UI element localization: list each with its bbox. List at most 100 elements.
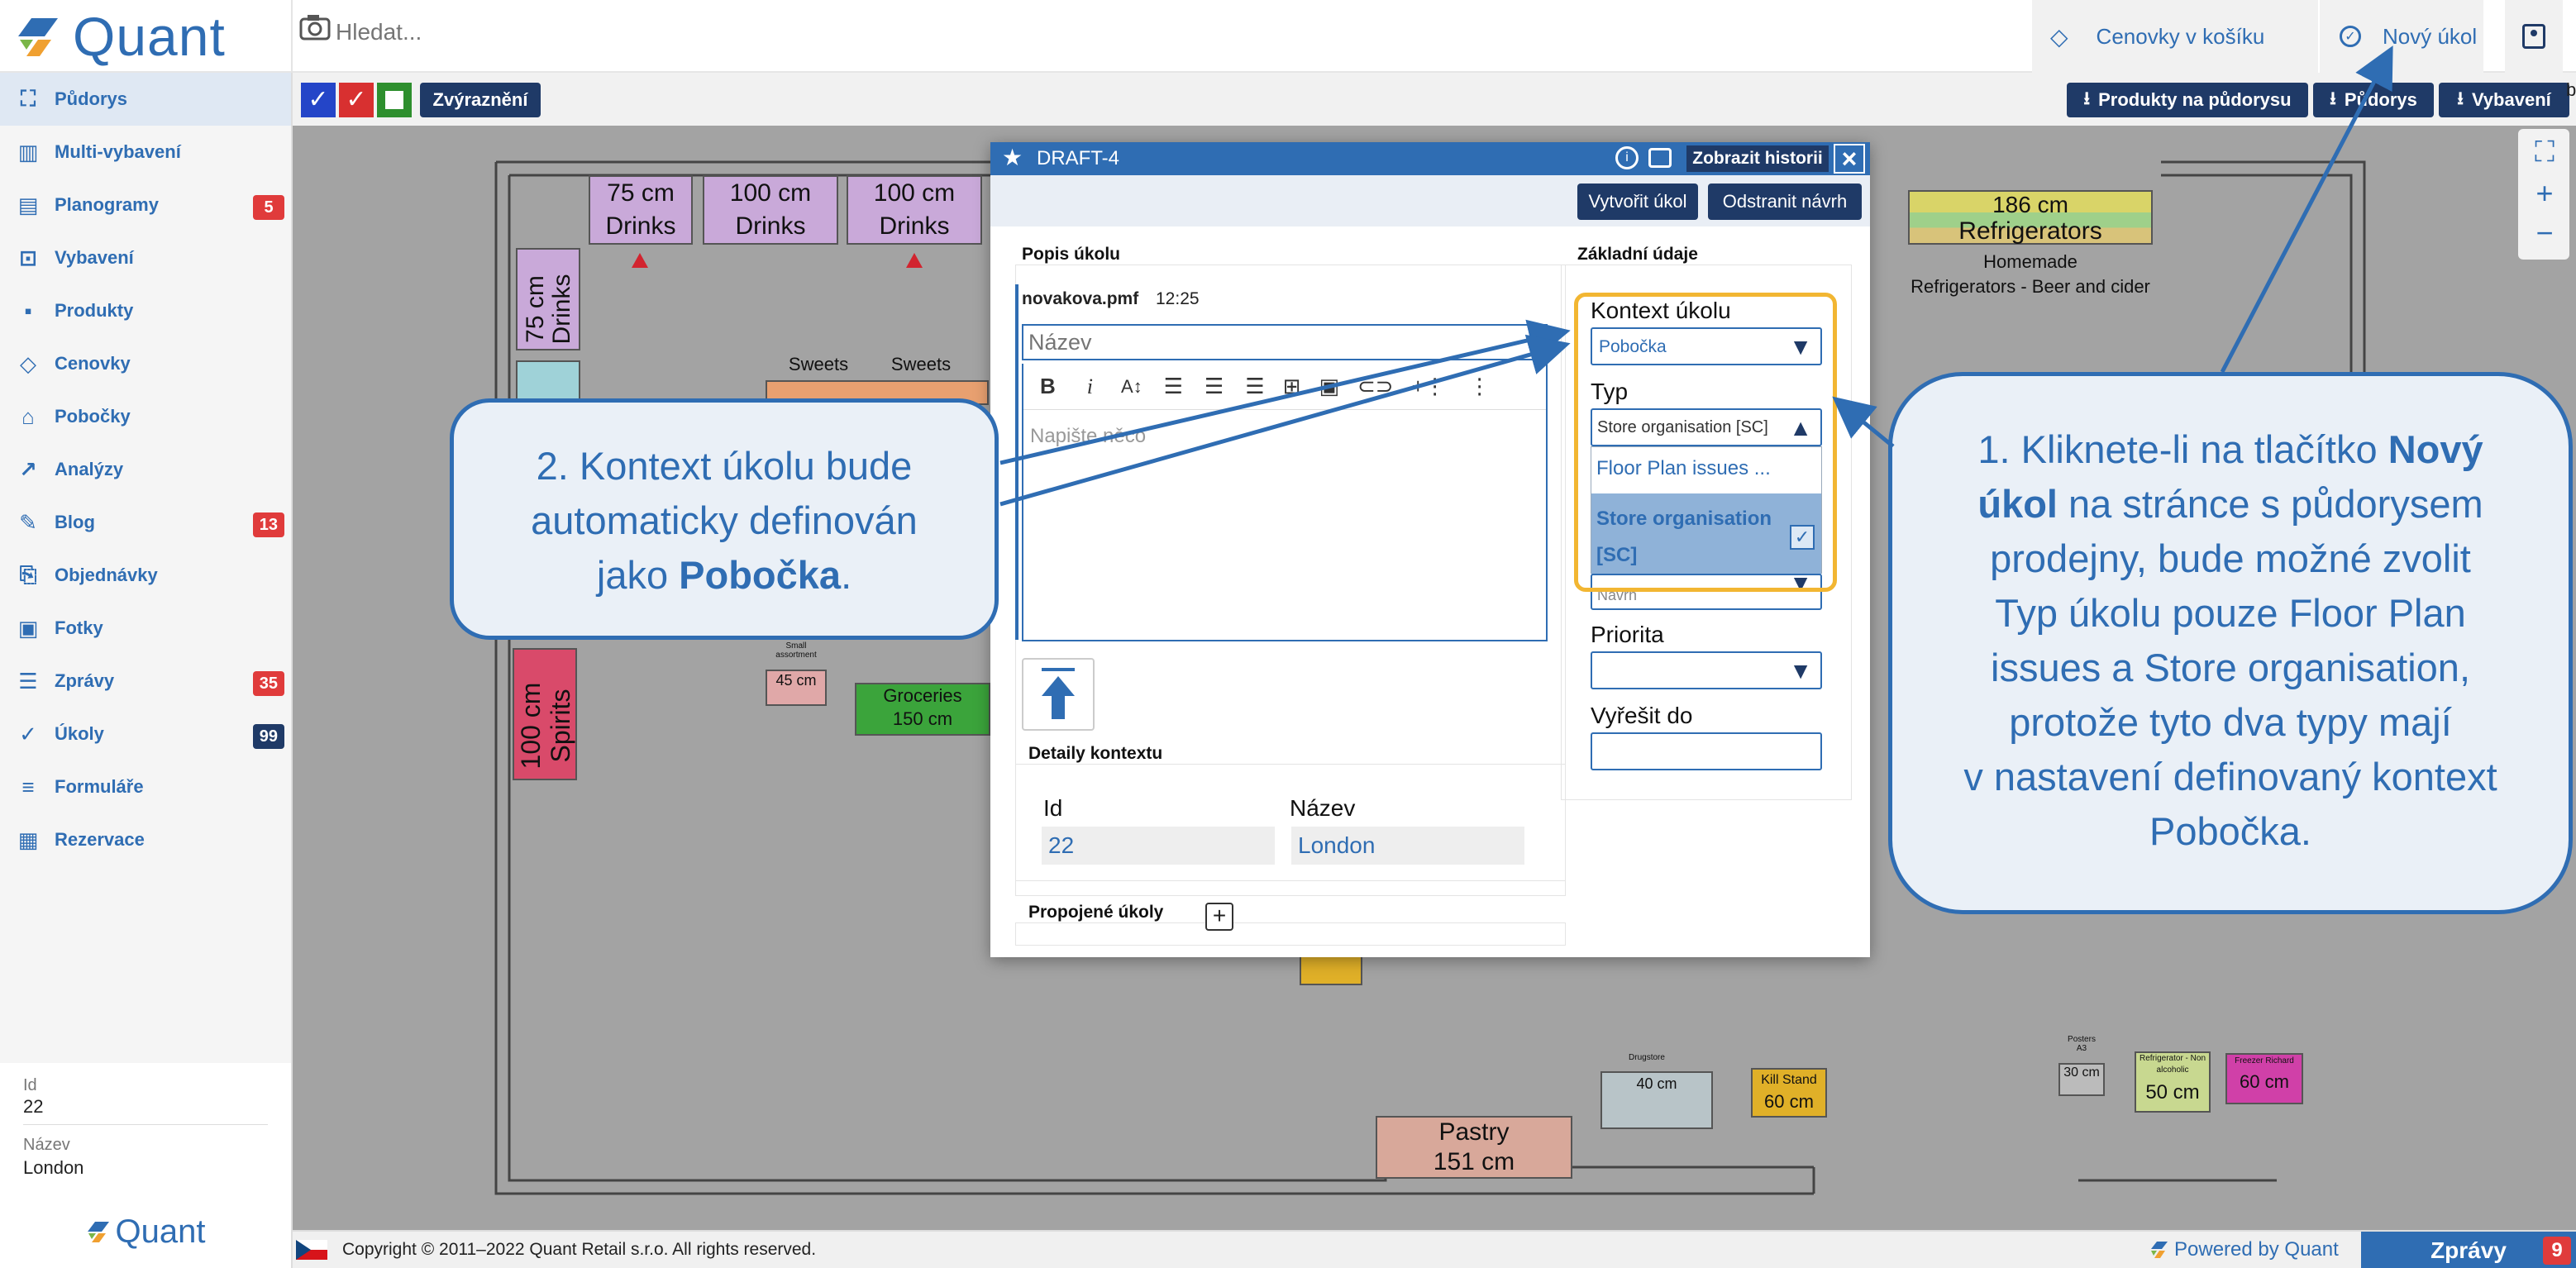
add-linked-task-button[interactable]: + [1205,903,1233,931]
star-icon[interactable]: ★ [1002,144,1023,171]
forms-icon: ≡ [21,774,35,799]
fixture-drinks-75-vertical[interactable]: 75 cm Drinks [516,248,580,350]
search-input[interactable] [336,15,1080,50]
price-tags-cart-button[interactable]: ◇ Cenovky v košíku [2032,0,2321,73]
fixture-drugstore[interactable]: 40 cm [1600,1071,1713,1129]
sidebar-item-messages[interactable]: ☰ Zprávy 35 [0,655,291,708]
sidebar-item-label: Rezervace [55,829,145,850]
fixture-small-assortment[interactable]: 45 cm [766,670,827,706]
sidebar-item-multi-equipment[interactable]: ▥ Multi-vybavení [0,126,291,179]
fixture-pastry[interactable]: Pastry 151 cm [1376,1116,1572,1179]
task-name-input[interactable] [1022,324,1548,360]
label-refrigerators-beer: Refrigerators - Beer and cider [1911,276,2150,297]
price-tag-icon: ◇ [20,350,36,376]
zoom-in-icon[interactable]: + [2528,177,2561,210]
callout-context-note: 2. Kontext úkolu bude automaticky defino… [450,398,999,640]
multi-equipment-icon: ▥ [17,139,39,164]
fixture-kill-stand[interactable]: Kill Stand 60 cm [1751,1068,1827,1118]
products-on-floorplan-button[interactable]: ⭳ Produkty na půdorysu [2067,83,2308,117]
font-size-icon[interactable]: A↕ [1121,376,1143,398]
info-icon[interactable]: i [1615,146,1639,169]
toggle-green-checkbox[interactable] [377,83,412,117]
sidebar-item-forms[interactable]: ≡ Formuláře [0,760,291,813]
align-center-icon[interactable]: ☰ [1205,374,1224,399]
toggle-blue-checkbox[interactable]: ✓ [301,83,336,117]
priority-select[interactable]: ▼ [1591,651,1822,689]
sidebar-item-orders[interactable]: ⎘ Objednávky [0,549,291,602]
camera-icon[interactable] [299,13,332,41]
sidebar-item-price-tag[interactable]: ◇ Cenovky [0,337,291,390]
sidebar-item-tasks[interactable]: ✓ Úkoly 99 [0,708,291,760]
fit-screen-icon[interactable]: ⛶ [2528,136,2561,169]
sidebar-item-products[interactable]: ▪ Produkty [0,284,291,337]
link-icon[interactable]: ⊂⊃ [1357,374,1394,399]
edge-text: b [2566,79,2576,100]
sidebar: ⛶ Půdorys ▥ Multi-vybavení ▤ Planogramy 5 ⊡ Vyba… [0,73,293,1268]
sidebar-item-label: Multi-vybavení [55,141,181,162]
task-draft-dialog: ★ DRAFT-4 i Zobrazit historii × Vytvořit… [990,142,1870,957]
sidebar-item-analytics[interactable]: ↗ Analýzy [0,443,291,496]
sidebar-item-blog[interactable]: ✎ Blog 13 [0,496,291,549]
messages-panel-button[interactable]: Zprávy 9 [2361,1232,2576,1268]
sidebar-item-label: Produkty [55,300,134,321]
linked-tasks-panel [1015,922,1566,946]
fixture-freezer[interactable]: Freezer Richard 60 cm [2225,1053,2303,1104]
sidebar-item-photos[interactable]: ▣ Fotky [0,602,291,655]
sidebar-item-label: Planogramy [55,194,159,215]
bold-icon[interactable]: B [1040,374,1056,399]
highlight-button[interactable]: Zvýraznění [420,83,541,117]
sidebar-item-equipment[interactable]: ⊡ Vybavení [0,231,291,284]
close-icon[interactable]: × [1834,144,1865,174]
sidebar-item-reservations[interactable]: ▦ Rezervace [0,813,291,866]
sidebar-item-label: Zprávy [55,670,115,691]
align-right-icon[interactable]: ☰ [1245,374,1264,399]
task-check-icon: ✓ [2340,26,2361,47]
callout-new-task-note: 1. Kliknete-li na tlačítko Nový úkol na … [1888,372,2573,914]
quant-logo[interactable]: Quant [15,5,226,68]
sidebar-item-branch[interactable]: ⌂ Pobočky [0,390,291,443]
ctx-name-value: London [1291,827,1524,865]
remove-draft-button[interactable]: Odstranit návrh [1708,184,1862,220]
new-task-button[interactable]: ✓ Nový úkol [2318,0,2483,73]
count-badge: 35 [252,671,284,696]
czech-flag-icon[interactable] [296,1240,327,1260]
ctx-name-label: Název [1290,795,1356,821]
toggle-red-checkbox[interactable]: ✓ [339,83,374,117]
italic-icon[interactable]: i [1087,374,1093,399]
sidebar-item-planogram[interactable]: ▤ Planogramy 5 [0,179,291,231]
editor-placeholder: Napište něco [1030,425,1147,447]
fixture-fridge-nonalcoholic[interactable]: Refrigerator - Non alcoholic 50 cm [2135,1051,2211,1113]
fixture-groceries[interactable]: Groceries 150 cm [855,683,990,736]
align-left-icon[interactable]: ☰ [1164,374,1183,399]
fixture-spirits[interactable]: 100 cm Spirits [513,648,577,780]
sidebar-item-label: Vybavení [55,247,134,268]
app-root: 75 cm Drinks 100 cm Drinks 100 cm Drinks 75… [0,0,2576,1268]
insert-icon[interactable]: +⋮ [1412,374,1446,399]
user-profile-button[interactable] [2505,0,2563,73]
upload-button[interactable] [1022,658,1095,731]
active-bar [1015,284,1018,640]
fixture-drinks-75[interactable]: 75 cm Drinks [589,175,693,245]
table-icon[interactable]: ⊞ [1283,374,1301,399]
editor-toolbar: B i A↕ ☰ ☰ ☰ ⊞ ▣ ⊂⊃ +⋮ ⋮ [1023,364,1546,410]
fixture-posters[interactable]: 30 cm [2058,1063,2105,1096]
orders-icon: ⎘ [19,562,37,587]
create-task-button[interactable]: Vytvořit úkol [1577,184,1698,220]
context-details-heading: Detaily kontextu [1028,744,1163,763]
due-date-input[interactable] [1591,732,1822,770]
more-icon[interactable]: ⋮ [1469,374,1491,399]
comments-icon[interactable] [1648,148,1672,168]
powered-by-link[interactable]: Powered by Quant [2149,1238,2339,1261]
comment-time: 12:25 [1156,289,1200,308]
fixture-drinks-100a[interactable]: 100 cm Drinks [703,175,838,245]
show-history-button[interactable]: Zobrazit historii [1686,145,1829,172]
equipment-export-button[interactable]: ⭳ Vybavení [2439,83,2569,117]
fixture-refrigerators[interactable]: 186 cm Refrigerators [1908,190,2153,245]
image-icon[interactable]: ▣ [1319,374,1339,399]
analytics-icon: ↗ [19,456,37,482]
rich-text-editor[interactable]: B i A↕ ☰ ☰ ☰ ⊞ ▣ ⊂⊃ +⋮ ⋮ Napište něco [1022,364,1548,641]
zoom-out-icon[interactable]: − [2528,217,2561,250]
floorplan-export-button[interactable]: ⭳ Půdorys [2313,83,2434,117]
sidebar-item-floorplan[interactable]: ⛶ Půdorys [0,73,291,126]
fixture-drinks-100b[interactable]: 100 cm Drinks [847,175,982,245]
